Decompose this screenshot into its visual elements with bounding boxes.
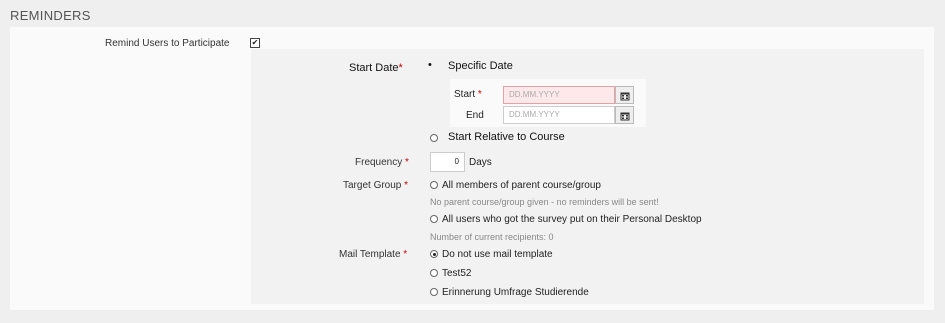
mail-template-erinnerung-label: Erinnerung Umfrage Studierende — [442, 287, 589, 298]
end-date-input[interactable]: DD.MM.YYYY — [503, 106, 615, 124]
reminders-panel: Remind Users to Participate ✔ Start Date… — [10, 27, 934, 310]
calendar-icon — [620, 92, 630, 101]
frequency-unit: Days — [469, 157, 492, 168]
mail-template-erinnerung-radio[interactable] — [430, 288, 438, 296]
target-desktop-label: All users who got the survey put on thei… — [442, 214, 702, 225]
mail-template-none-radio[interactable] — [430, 250, 438, 258]
start-date-input[interactable]: DD.MM.YYYY — [503, 86, 615, 104]
target-parent-radio[interactable] — [430, 181, 438, 189]
specific-date-label: Specific Date — [448, 60, 513, 72]
end-label: End — [466, 110, 484, 121]
frequency-label: Frequency * — [355, 157, 409, 168]
relative-to-course-radio[interactable] — [430, 134, 438, 142]
start-label: Start * — [454, 89, 482, 100]
mail-template-test52-label: Test52 — [442, 268, 472, 279]
remind-users-checkbox[interactable]: ✔ — [250, 38, 260, 48]
mail-template-none-label: Do not use mail template — [442, 249, 553, 260]
reminder-settings-area: Start Date* • Specific Date Start * End … — [251, 49, 924, 304]
start-date-label: Start Date* — [349, 62, 403, 74]
relative-to-course-label: Start Relative to Course — [448, 131, 565, 143]
calendar-icon — [620, 112, 630, 121]
recipients-hint: Number of current recipients: 0 — [430, 232, 554, 242]
specific-date-bullet[interactable]: • — [428, 59, 432, 71]
section-title: REMINDERS — [10, 8, 91, 23]
target-group-label: Target Group * — [343, 180, 409, 191]
target-parent-label: All members of parent course/group — [442, 180, 601, 191]
end-calendar-button[interactable] — [615, 106, 634, 124]
target-desktop-radio[interactable] — [430, 215, 438, 223]
frequency-input[interactable]: 0 — [430, 152, 465, 172]
mail-template-test52-radio[interactable] — [430, 269, 438, 277]
remind-users-label: Remind Users to Participate — [105, 38, 230, 49]
mail-template-label: Mail Template * — [339, 249, 408, 260]
target-parent-hint: No parent course/group given - no remind… — [430, 197, 659, 207]
start-calendar-button[interactable] — [615, 86, 634, 104]
